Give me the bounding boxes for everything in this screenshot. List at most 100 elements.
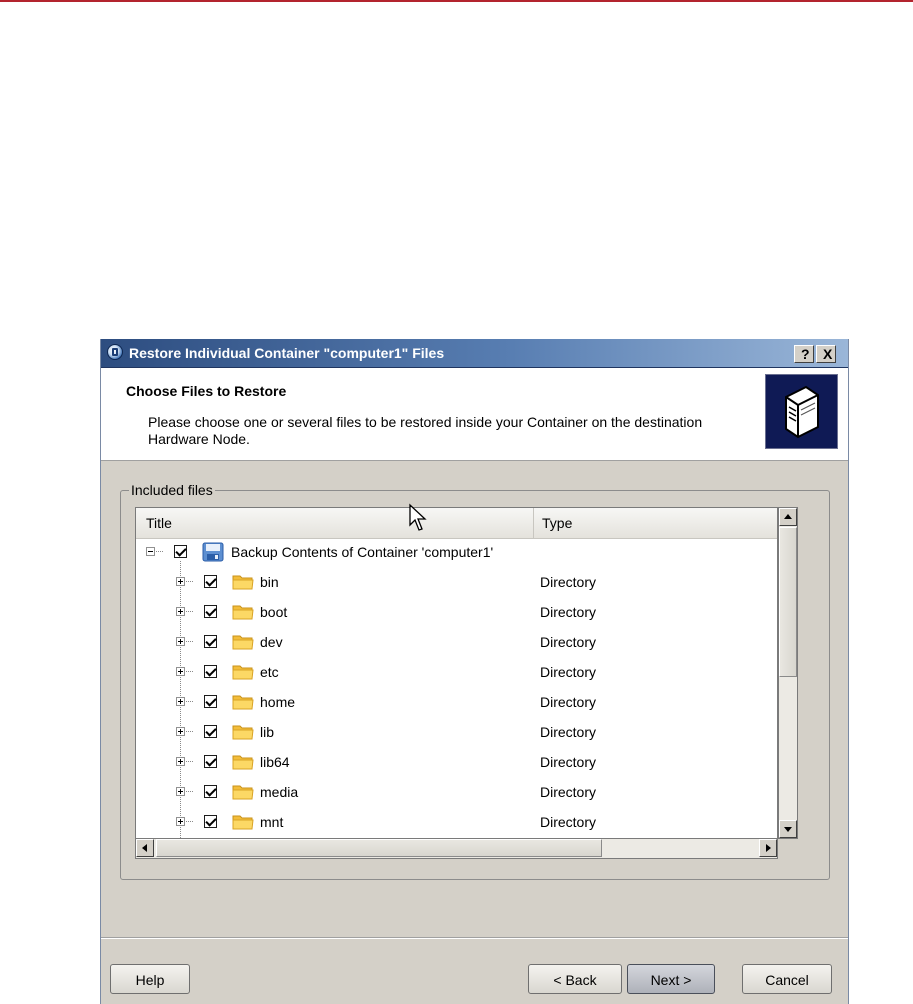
tree-row[interactable]: home Directory <box>136 688 777 718</box>
horizontal-scroll-thumb[interactable] <box>156 839 602 857</box>
item-checkbox[interactable] <box>204 575 217 588</box>
tree-connector <box>186 641 193 643</box>
tree-row[interactable]: lib Directory <box>136 718 777 748</box>
collapse-toggle[interactable] <box>146 547 155 556</box>
horizontal-scrollbar[interactable] <box>135 839 778 859</box>
vertical-scroll-thumb[interactable] <box>779 527 797 677</box>
tree-row[interactable]: mnt Directory <box>136 808 777 838</box>
scroll-left-button[interactable] <box>136 839 154 857</box>
item-name: media <box>260 784 299 800</box>
item-name: etc <box>260 664 279 680</box>
item-checkbox[interactable] <box>204 695 217 708</box>
column-header-title[interactable]: Title <box>136 508 534 538</box>
tree-rows: Backup Contents of Container 'computer1'… <box>136 538 777 838</box>
back-button[interactable]: < Back <box>528 964 622 994</box>
item-type: Directory <box>540 814 597 830</box>
item-checkbox[interactable] <box>204 635 217 648</box>
root-checkbox[interactable] <box>174 545 187 558</box>
item-type: Directory <box>540 604 597 620</box>
vertical-scrollbar[interactable] <box>778 507 798 839</box>
expand-toggle[interactable] <box>176 757 185 766</box>
item-type: Directory <box>540 784 597 800</box>
tree-connector <box>186 731 193 733</box>
tree-column-header: Title Type <box>136 508 777 539</box>
mouse-pointer-icon <box>409 503 427 531</box>
item-name: lib <box>260 724 275 740</box>
expand-toggle[interactable] <box>176 607 185 616</box>
item-checkbox[interactable] <box>204 725 217 738</box>
folder-icon <box>232 755 254 770</box>
step-title: Choose Files to Restore <box>126 383 287 399</box>
dialog-titlebar[interactable]: Restore Individual Container "computer1"… <box>101 339 848 368</box>
expand-toggle[interactable] <box>176 577 185 586</box>
tree-row[interactable]: media Directory <box>136 778 777 808</box>
expand-toggle[interactable] <box>176 667 185 676</box>
server-icon <box>765 374 838 449</box>
tree-connector <box>186 611 193 613</box>
item-checkbox[interactable] <box>204 605 217 618</box>
backup-container-icon <box>202 542 224 562</box>
tree-connector <box>186 581 193 583</box>
files-tree[interactable]: Title Type Backup Contents of Container … <box>135 507 778 839</box>
item-checkbox[interactable] <box>204 785 217 798</box>
item-type: Directory <box>540 754 597 770</box>
restore-wizard-dialog: Restore Individual Container "computer1"… <box>100 339 849 1004</box>
item-name: lib64 <box>260 754 290 770</box>
expand-toggle[interactable] <box>176 817 185 826</box>
expand-toggle[interactable] <box>176 697 185 706</box>
scroll-right-button[interactable] <box>759 839 777 857</box>
tree-root-row[interactable]: Backup Contents of Container 'computer1' <box>136 538 777 568</box>
item-name: home <box>260 694 296 710</box>
tree-row[interactable]: bin Directory <box>136 568 777 598</box>
help-button[interactable]: Help <box>110 964 190 994</box>
folder-icon <box>232 785 254 800</box>
folder-icon <box>232 815 254 830</box>
footer-separator <box>101 937 848 939</box>
item-type: Directory <box>540 634 597 650</box>
item-name: boot <box>260 604 288 620</box>
root-label: Backup Contents of Container 'computer1' <box>231 544 494 560</box>
next-button[interactable]: Next > <box>627 964 715 994</box>
expand-toggle[interactable] <box>176 637 185 646</box>
included-files-label: Included files <box>129 482 215 498</box>
item-type: Directory <box>540 724 597 740</box>
tree-connector <box>186 671 193 673</box>
app-logo-icon <box>107 344 123 360</box>
item-checkbox[interactable] <box>204 815 217 828</box>
tree-connector <box>186 761 193 763</box>
cancel-button[interactable]: Cancel <box>742 964 832 994</box>
folder-icon <box>232 635 254 650</box>
tree-connector <box>186 701 193 703</box>
tree-row[interactable]: lib64 Directory <box>136 748 777 778</box>
item-type: Directory <box>540 664 597 680</box>
item-type: Directory <box>540 574 597 590</box>
folder-icon <box>232 725 254 740</box>
expand-toggle[interactable] <box>176 727 185 736</box>
titlebar-close-button[interactable]: X <box>816 345 836 363</box>
scroll-down-button[interactable] <box>779 820 797 838</box>
column-header-type[interactable]: Type <box>535 508 777 538</box>
wizard-header: Choose Files to Restore Please choose on… <box>101 368 848 461</box>
item-name: dev <box>260 634 283 650</box>
titlebar-help-button[interactable]: ? <box>794 345 814 363</box>
folder-icon <box>232 605 254 620</box>
folder-icon <box>232 695 254 710</box>
item-type: Directory <box>540 694 597 710</box>
tree-row[interactable]: etc Directory <box>136 658 777 688</box>
item-name: bin <box>260 574 279 590</box>
step-description: Please choose one or several files to be… <box>148 414 703 447</box>
tree-connector <box>186 821 193 823</box>
item-name: mnt <box>260 814 284 830</box>
item-checkbox[interactable] <box>204 755 217 768</box>
tree-connector <box>186 791 193 793</box>
dialog-title: Restore Individual Container "computer1"… <box>129 345 445 361</box>
tree-connector <box>156 551 163 553</box>
tree-row[interactable]: dev Directory <box>136 628 777 658</box>
folder-icon <box>232 665 254 680</box>
top-accent-rule <box>0 0 913 2</box>
scroll-up-button[interactable] <box>779 508 797 526</box>
item-checkbox[interactable] <box>204 665 217 678</box>
expand-toggle[interactable] <box>176 787 185 796</box>
folder-icon <box>232 575 254 590</box>
tree-row[interactable]: boot Directory <box>136 598 777 628</box>
